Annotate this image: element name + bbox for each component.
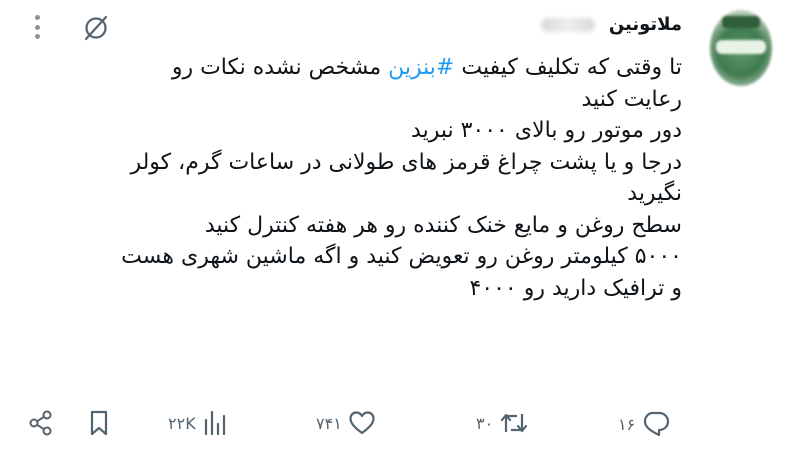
likes-count: ۷۴۱: [316, 413, 342, 433]
replies-count: ۱۶: [618, 414, 636, 434]
bookmark-button[interactable]: [88, 410, 110, 436]
reply-icon: [644, 411, 670, 437]
like-button[interactable]: ۷۴۱: [316, 410, 376, 436]
action-bar: ۲۲K ۷۴۱ ۳۰ ۱۶: [28, 404, 688, 444]
grok-icon[interactable]: [82, 14, 110, 42]
tweet-line: ۵۰۰۰ کیلومتر روغن رو تعویض کنید و اگه ما…: [121, 244, 682, 269]
tweet-line: درجا و یا پشت چراغ قرمز های طولانی در سا…: [130, 149, 682, 175]
bookmark-icon: [90, 410, 108, 436]
tweet-card[interactable]: ملاتونین تا وقتی که تکلیف کیفیت #بنزین م…: [0, 0, 800, 456]
retweet-icon: [501, 413, 528, 433]
more-icon[interactable]: [30, 12, 44, 42]
views-icon: [204, 410, 225, 436]
reply-button[interactable]: ۱۶: [618, 410, 671, 438]
tweet-line: رعایت کنید: [581, 86, 682, 112]
tweet-line: سطح روغن و مایع خنک کننده رو هر هفته کنت…: [204, 212, 682, 238]
heart-icon: [349, 411, 375, 435]
avatar-band: [716, 40, 766, 54]
views-count: ۲۲K: [168, 413, 196, 433]
tweet-text: تا وقتی که تکلیف کیفیت #بنزین مشخص نشده …: [32, 52, 682, 304]
tweet-line: و ترافیک دارید رو ۴۰۰۰: [469, 275, 682, 301]
tweet-line: نگیرید: [627, 181, 682, 206]
tweet-header: ملاتونین: [540, 14, 682, 35]
avatar[interactable]: [710, 10, 772, 86]
tweet-line-1: تا وقتی که تکلیف کیفیت #بنزین مشخص نشده …: [171, 55, 682, 80]
tweet-line: دور موتور رو بالای ۳۰۰۰ نبرید: [411, 118, 682, 143]
retweets-count: ۳۰: [476, 413, 494, 433]
views-button[interactable]: ۲۲K: [168, 410, 226, 436]
avatar-lid: [722, 16, 760, 28]
author-display-name[interactable]: ملاتونین: [609, 14, 682, 35]
author-handle-redacted: [540, 17, 595, 32]
retweet-button[interactable]: ۳۰: [476, 410, 529, 436]
hashtag-link[interactable]: #بنزین: [388, 55, 454, 80]
share-button[interactable]: [28, 410, 54, 436]
share-icon: [29, 410, 52, 436]
